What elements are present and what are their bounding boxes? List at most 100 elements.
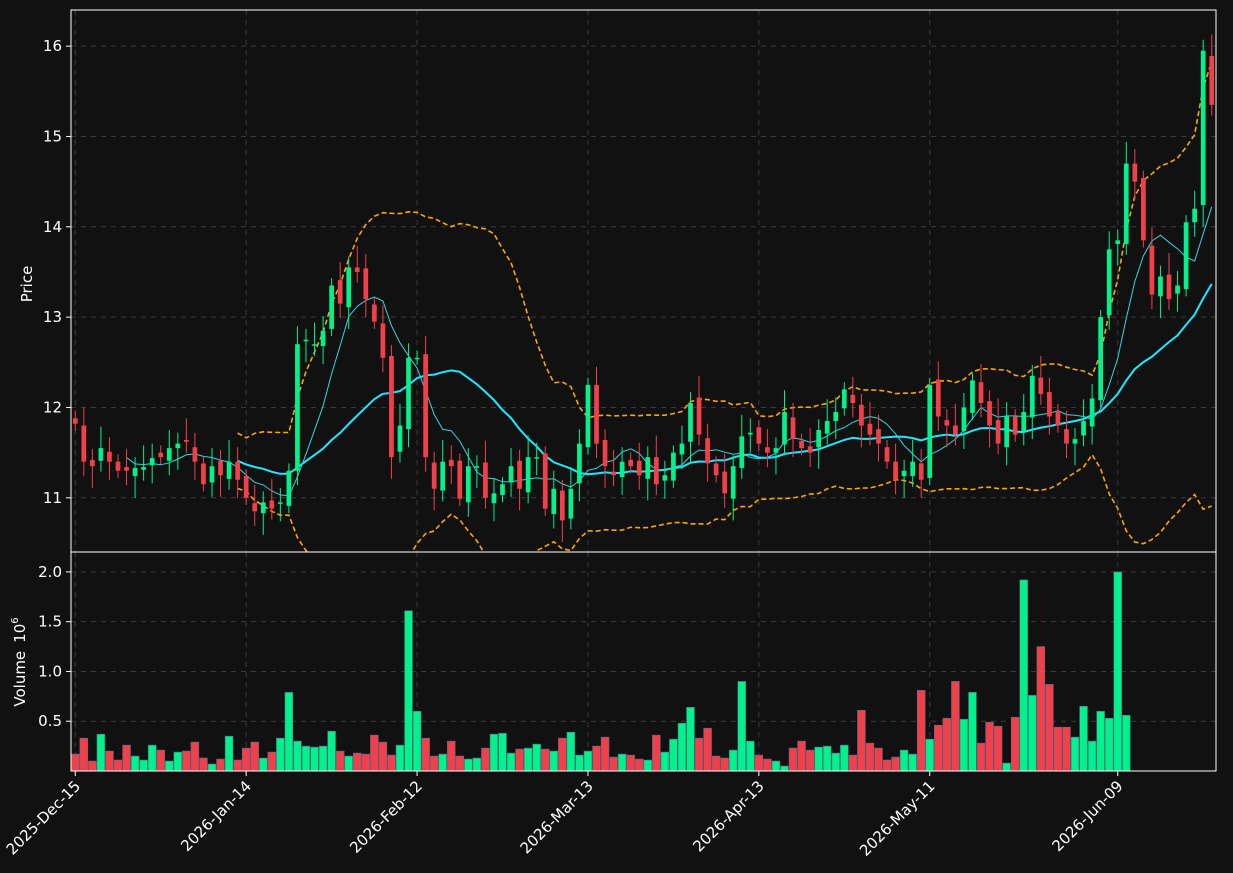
volume-bar [703, 727, 712, 771]
volume-bar [711, 755, 721, 771]
candle-body [790, 417, 796, 440]
volume-bar [1010, 716, 1020, 771]
x-tick-label: 2026-Jun-09 [1049, 777, 1127, 855]
price-panel: 11 12 13 14 15 16 [43, 9, 1217, 553]
candle-body [867, 423, 873, 435]
candle-body [824, 421, 830, 434]
candle-body [201, 463, 206, 485]
volume-bar [652, 734, 661, 771]
candle-body [636, 460, 642, 476]
volume-bar [541, 748, 550, 771]
candles [72, 34, 1215, 543]
candle-body [149, 458, 155, 466]
candle-body [893, 461, 898, 480]
volume-bar [1079, 705, 1088, 771]
candle-body [337, 280, 343, 304]
x-tick-label: 2026-May-11 [856, 777, 939, 860]
volume-bar [378, 741, 388, 771]
candle-body [218, 460, 223, 476]
volume-bar [216, 758, 225, 771]
candle-body [124, 467, 129, 471]
volume-bar [694, 737, 704, 771]
candle-body [619, 461, 625, 478]
volume-bar [207, 763, 217, 771]
candle-body [995, 420, 1001, 444]
candle-body [542, 453, 548, 509]
candle-body [679, 443, 685, 455]
volume-bar [780, 765, 789, 771]
volume-exponent-power: 6 [10, 617, 21, 623]
volume-bar [498, 732, 507, 771]
candle-body [987, 401, 992, 426]
volume-bar [728, 749, 738, 771]
volume-bar [891, 756, 900, 771]
volume-bar [447, 740, 456, 771]
candle-body [1200, 50, 1206, 206]
candle-body [850, 394, 856, 403]
volume-bar [241, 747, 251, 771]
candle-body [859, 404, 864, 426]
x-tick-label: 2025-Dec-15 [3, 777, 84, 858]
volume-tick-label: 0.5 [38, 712, 62, 730]
volume-bar [1028, 695, 1037, 771]
ma-short-line [126, 206, 1213, 497]
volume-bar [259, 757, 268, 771]
candle-body [568, 488, 574, 519]
x-tick-label: 2026-Apr-13 [689, 777, 767, 855]
candle-body [1123, 163, 1129, 244]
candle-body [876, 429, 881, 444]
volume-bar [515, 748, 524, 771]
volume-bar [686, 706, 695, 771]
volume-bar [558, 737, 567, 771]
volume-bar [71, 753, 80, 771]
candle-body [346, 267, 352, 308]
candle-body [226, 461, 232, 479]
volume-bar [130, 755, 140, 771]
volume-axis-label: Volume 106 [10, 617, 29, 706]
volume-bar [276, 737, 285, 771]
volume-bar [506, 752, 516, 771]
candle-body [1106, 249, 1112, 316]
volume-bar [805, 749, 815, 771]
candle-body [705, 438, 710, 464]
candle-body [1141, 178, 1146, 241]
candle-body [585, 384, 591, 448]
volume-exponent-base: 10 [11, 624, 29, 643]
candle-body [1209, 56, 1215, 105]
candle-body [534, 457, 540, 459]
volume-bar [489, 733, 499, 771]
volume-bar [224, 735, 234, 771]
candle-body [98, 448, 104, 461]
volume-bar [79, 737, 89, 771]
volume-bar [532, 743, 541, 771]
volume-bar [267, 751, 277, 771]
volume-bar [361, 753, 371, 771]
volume-bar [720, 757, 729, 771]
volume-bar [88, 760, 97, 771]
volume-bar [951, 681, 960, 771]
volume-bar [1122, 714, 1131, 771]
candle-body [431, 462, 437, 489]
volume-bar [284, 692, 294, 771]
candle-body [457, 460, 463, 499]
volume-bar [660, 751, 670, 771]
volume-bar [481, 747, 490, 771]
candle-body [508, 466, 514, 483]
candle-body [765, 447, 770, 453]
volume-bar [1104, 717, 1114, 771]
volume-bar [404, 610, 413, 771]
volume-bar [395, 744, 405, 771]
volume-bar [139, 759, 148, 771]
volume-bar [1062, 726, 1071, 771]
candle-body [141, 467, 146, 470]
candle-body [1081, 421, 1086, 436]
candle-body [1004, 416, 1010, 448]
candle-body [474, 466, 480, 468]
candle-body [192, 447, 198, 462]
volume-bar [916, 690, 926, 771]
candle-body [483, 462, 488, 498]
candle-body [243, 476, 249, 498]
volume-bar [874, 747, 883, 771]
volume-bar [1045, 684, 1054, 771]
volume-bar [165, 760, 174, 771]
